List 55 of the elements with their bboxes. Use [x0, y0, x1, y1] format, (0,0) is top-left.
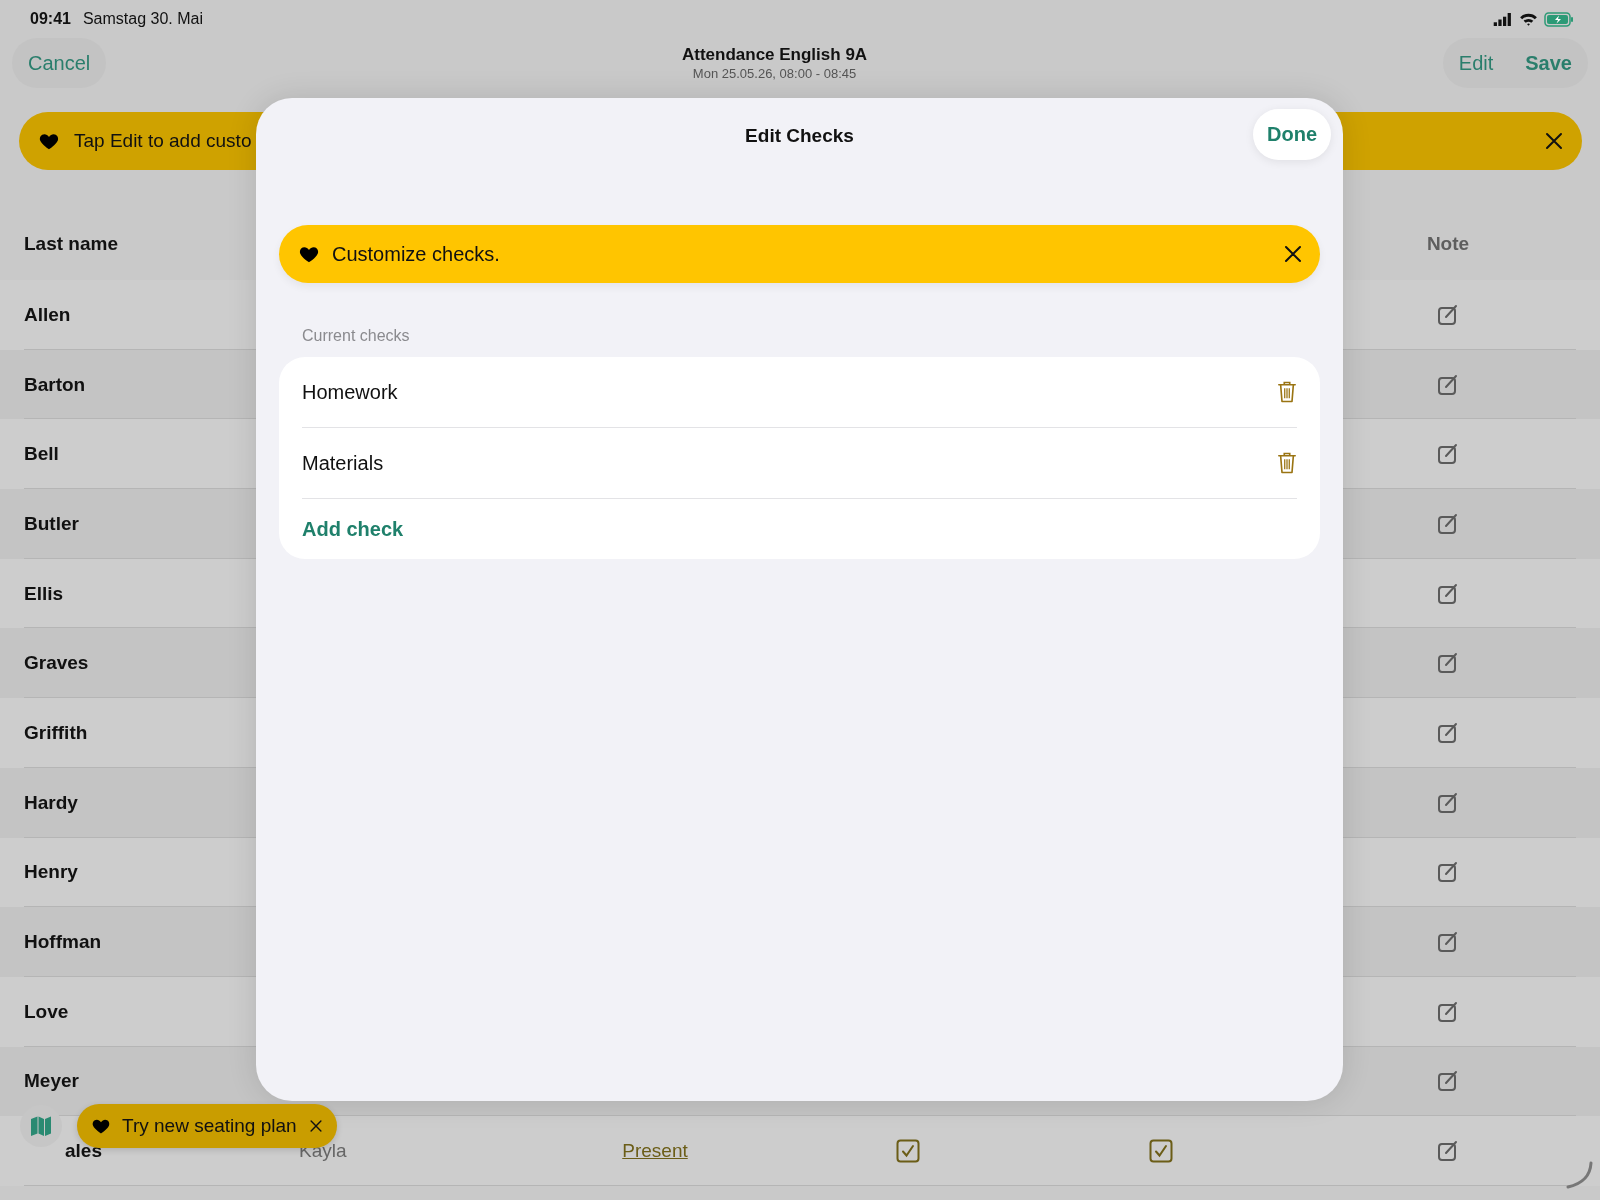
done-button[interactable]: Done: [1253, 109, 1331, 160]
close-icon[interactable]: [308, 1119, 323, 1133]
name-cell-text: Graves: [24, 652, 90, 675]
close-icon[interactable]: [1544, 131, 1564, 151]
scroll-indicator: [1564, 1160, 1594, 1190]
column-header: Last name: [24, 233, 119, 255]
name-cell-text: Hardy: [24, 791, 79, 814]
note-icon[interactable]: [1436, 999, 1460, 1024]
status-link[interactable]: Present: [622, 1140, 688, 1163]
note-icon[interactable]: [1436, 930, 1460, 955]
name-cell-text: Hoffman: [24, 931, 103, 954]
note-icon[interactable]: [1436, 372, 1460, 397]
nav-title: Attendance English 9A: [681, 45, 868, 65]
note-icon[interactable]: [1436, 511, 1460, 536]
note-icon[interactable]: [1436, 1069, 1460, 1094]
column-header: Note: [1426, 233, 1470, 255]
toast-text: Try new seating plan: [122, 1115, 297, 1137]
note-icon[interactable]: [1436, 860, 1460, 885]
signal-icon: [1493, 12, 1513, 26]
note-icon[interactable]: [1436, 302, 1460, 327]
status-time: 09:41: [30, 10, 71, 28]
add-check-button[interactable]: Add check: [302, 517, 404, 541]
note-icon[interactable]: [1436, 720, 1460, 745]
note-icon[interactable]: [1436, 790, 1460, 815]
name-cell-text: Griffith: [24, 721, 89, 744]
name-cell-text: Love: [24, 1000, 70, 1023]
note-icon[interactable]: [1436, 651, 1460, 676]
checkbox[interactable]: [896, 1139, 920, 1164]
battery-icon: [1544, 11, 1574, 27]
note-icon[interactable]: [1436, 581, 1460, 606]
name-cell-text: Barton: [24, 373, 87, 396]
checkbox[interactable]: [1149, 1139, 1173, 1164]
name-cell-text: Meyer: [24, 1070, 80, 1093]
trash-icon[interactable]: [1277, 380, 1297, 404]
name-cell-text: Bell: [24, 443, 60, 466]
wifi-icon: [1519, 12, 1538, 26]
name-cell-text: Ellis: [24, 582, 65, 605]
status-date: Samstag 30. Mai: [82, 10, 203, 28]
name-cell-text: Butler: [24, 512, 80, 535]
check-name: Homework: [302, 380, 399, 404]
note-icon[interactable]: [1436, 442, 1460, 467]
banner-text: Customize checks.: [332, 242, 500, 266]
name-cell-text: Henry: [24, 861, 79, 884]
nav-subtitle: Mon 25.05.26, 08:00 - 08:45: [692, 66, 857, 81]
note-icon[interactable]: [1436, 1139, 1460, 1164]
edit-button[interactable]: Edit: [1442, 38, 1510, 88]
trash-icon[interactable]: [1277, 451, 1297, 475]
close-icon[interactable]: [1283, 244, 1303, 264]
save-button[interactable]: Save: [1509, 38, 1588, 88]
cancel-button[interactable]: Cancel: [12, 38, 107, 88]
modal-title: Edit Checks: [745, 124, 854, 147]
banner-text: Tap Edit to add custo: [74, 130, 252, 152]
section-label: Current checks: [302, 327, 411, 345]
check-name: Materials: [302, 451, 385, 475]
name-cell-text: Allen: [24, 303, 72, 326]
